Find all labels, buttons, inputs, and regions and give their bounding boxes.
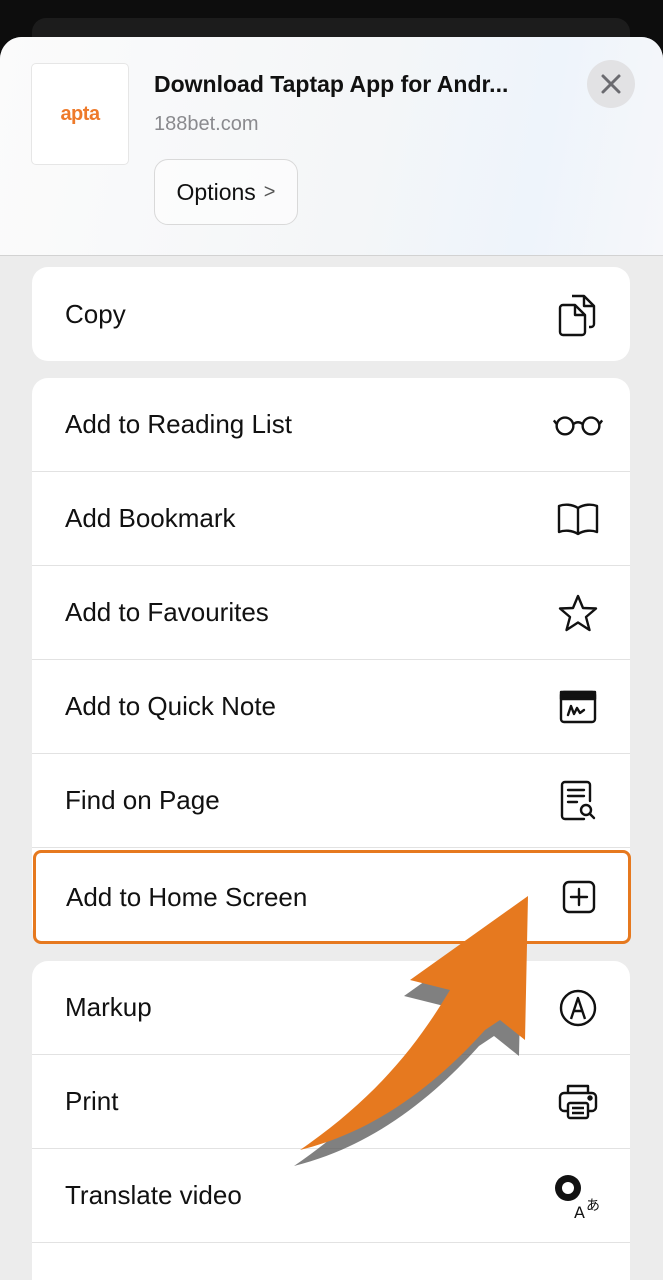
action-print[interactable]: Print <box>32 1055 630 1149</box>
svg-text:あ: あ <box>586 1198 600 1214</box>
action-quick-note-label: Add to Quick Note <box>65 691 276 721</box>
share-sheet: apta Download Taptap App for Andr... 188… <box>0 37 663 1280</box>
book-icon <box>552 493 604 545</box>
star-icon <box>552 587 604 639</box>
action-reading-list-label: Add to Reading List <box>65 409 292 439</box>
options-button[interactable]: Options > <box>154 159 298 225</box>
action-bookmark-label: Add Bookmark <box>65 503 236 533</box>
printer-icon <box>552 1076 604 1128</box>
action-home-screen[interactable]: Add to Home Screen <box>33 850 631 944</box>
page-domain: 188bet.com <box>154 113 259 135</box>
action-find-on-page-label: Find on Page <box>65 785 220 815</box>
find-document-icon <box>552 775 604 827</box>
close-button[interactable] <box>587 60 635 108</box>
action-favourites-label: Add to Favourites <box>65 597 269 627</box>
action-home-screen-label: Add to Home Screen <box>66 881 308 912</box>
plus-square-icon <box>553 871 605 923</box>
action-find-on-page[interactable]: Find on Page <box>32 754 630 848</box>
glasses-icon <box>552 399 604 451</box>
page-thumbnail-logo: apta <box>60 102 100 125</box>
markup-pen-icon <box>552 982 604 1034</box>
action-partial[interactable] <box>32 1243 630 1280</box>
quick-note-icon <box>552 681 604 733</box>
more-actions-group: Markup Print Translate video A あ <box>32 961 630 1280</box>
action-print-label: Print <box>65 1086 119 1116</box>
chevron-right-icon: > <box>263 180 276 203</box>
page-thumbnail: apta <box>32 64 128 164</box>
copy-icon <box>552 288 604 340</box>
action-quick-note[interactable]: Add to Quick Note <box>32 660 630 754</box>
action-bookmark[interactable]: Add Bookmark <box>32 472 630 566</box>
translate-icon: A あ <box>552 1170 604 1222</box>
action-reading-list[interactable]: Add to Reading List <box>32 378 630 472</box>
action-translate-video[interactable]: Translate video A あ <box>32 1149 630 1243</box>
copy-group: Copy <box>32 267 630 361</box>
action-markup[interactable]: Markup <box>32 961 630 1055</box>
action-copy-label: Copy <box>65 298 126 329</box>
share-header: apta Download Taptap App for Andr... 188… <box>0 37 663 256</box>
action-copy[interactable]: Copy <box>32 267 630 361</box>
page-title: Download Taptap App for Andr... <box>154 71 509 97</box>
options-label: Options <box>176 178 256 205</box>
svg-text:A: A <box>574 1203 585 1220</box>
action-favourites[interactable]: Add to Favourites <box>32 566 630 660</box>
action-markup-label: Markup <box>65 992 152 1022</box>
close-icon <box>601 74 621 94</box>
action-translate-video-label: Translate video <box>65 1180 242 1210</box>
